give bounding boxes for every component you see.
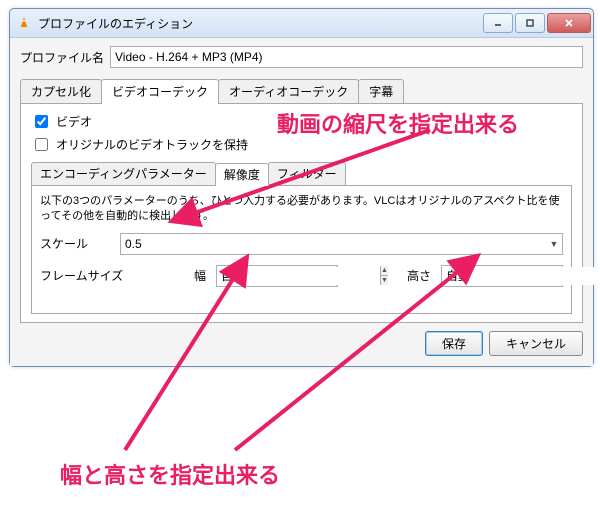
maximize-button[interactable] bbox=[515, 13, 545, 33]
video-checkbox[interactable] bbox=[35, 115, 48, 128]
client-area: プロファイル名 カプセル化 ビデオコーデック オーディオコーデック 字幕 ビデオ… bbox=[10, 38, 593, 366]
scale-input[interactable] bbox=[121, 235, 546, 253]
window-title: プロファイルのエディション bbox=[38, 15, 483, 32]
dialog-window: プロファイルのエディション プロファイル名 カプセル化 ビデオコーデック オーデ… bbox=[9, 8, 594, 367]
video-checkbox-label: ビデオ bbox=[56, 113, 92, 130]
framesize-label: フレームサイズ bbox=[40, 267, 140, 284]
width-label: 幅 bbox=[146, 267, 210, 284]
dialog-buttons: 保存 キャンセル bbox=[20, 331, 583, 356]
annotation-wh: 幅と高さを指定出来る bbox=[60, 458, 280, 490]
keep-original-checkbox[interactable] bbox=[35, 138, 48, 151]
video-checkbox-row[interactable]: ビデオ bbox=[31, 112, 572, 131]
width-spinner[interactable]: ▲▼ bbox=[216, 265, 338, 287]
scale-row: スケール ▼ bbox=[40, 233, 563, 255]
main-tabs: カプセル化 ビデオコーデック オーディオコーデック 字幕 bbox=[20, 78, 583, 103]
chevron-down-icon[interactable]: ▼ bbox=[546, 239, 562, 249]
height-input[interactable] bbox=[442, 267, 600, 285]
resolution-pane: 以下の3つのパラメーターのうち、ひとつ入力する必要があります。VLCはオリジナル… bbox=[31, 185, 572, 314]
profile-name-input[interactable] bbox=[110, 46, 583, 68]
scale-combobox[interactable]: ▼ bbox=[120, 233, 563, 255]
spinner-up-icon[interactable]: ▲ bbox=[381, 266, 388, 276]
keep-original-checkbox-label: オリジナルのビデオトラックを保持 bbox=[56, 136, 248, 153]
tab-pane: ビデオ オリジナルのビデオトラックを保持 エンコーディングパラメーター 解像度 … bbox=[20, 103, 583, 323]
width-input[interactable] bbox=[217, 267, 380, 285]
tab-audio-codec[interactable]: オーディオコーデック bbox=[218, 79, 359, 103]
framesize-row: フレームサイズ 幅 ▲▼ 高さ ▲▼ bbox=[40, 265, 563, 287]
height-label: 高さ bbox=[407, 267, 435, 284]
tab-encapsulation[interactable]: カプセル化 bbox=[20, 79, 102, 103]
titlebar[interactable]: プロファイルのエディション bbox=[10, 9, 593, 38]
height-spinner[interactable]: ▲▼ bbox=[441, 265, 563, 287]
subtab-encoding[interactable]: エンコーディングパラメーター bbox=[31, 162, 216, 185]
resolution-description: 以下の3つのパラメーターのうち、ひとつ入力する必要があります。VLCはオリジナル… bbox=[40, 194, 563, 225]
tab-subtitle[interactable]: 字幕 bbox=[358, 79, 404, 103]
scale-label: スケール bbox=[40, 235, 120, 252]
spinner-down-icon[interactable]: ▼ bbox=[381, 276, 388, 285]
sub-tabs: エンコーディングパラメーター 解像度 フィルター bbox=[31, 162, 572, 185]
profile-name-label: プロファイル名 bbox=[20, 49, 104, 66]
subtab-filter[interactable]: フィルター bbox=[268, 162, 346, 185]
tab-video-codec[interactable]: ビデオコーデック bbox=[101, 79, 219, 104]
keep-original-checkbox-row[interactable]: オリジナルのビデオトラックを保持 bbox=[31, 135, 572, 154]
app-icon bbox=[16, 15, 32, 31]
minimize-button[interactable] bbox=[483, 13, 513, 33]
cancel-button[interactable]: キャンセル bbox=[489, 331, 583, 356]
close-button[interactable] bbox=[547, 13, 591, 33]
save-button[interactable]: 保存 bbox=[425, 331, 483, 356]
subtab-resolution[interactable]: 解像度 bbox=[215, 163, 269, 186]
